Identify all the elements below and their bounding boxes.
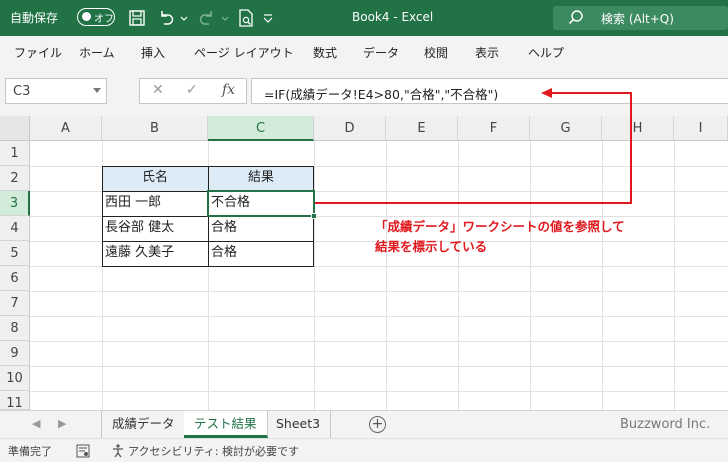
add-sheet-icon[interactable]: + [369, 416, 386, 433]
sheet-tab-bar: ◀ ▶ 成績データ テスト結果 Sheet3 + Buzzword Inc. [0, 410, 728, 438]
next-sheet-icon[interactable]: ▶ [58, 417, 66, 430]
watermark: Buzzword Inc. [620, 417, 711, 432]
macro-record-icon[interactable] [75, 443, 91, 459]
status-bar: 準備完了 アクセシビリティ: 検討が必要です [0, 438, 728, 462]
annotation-text: 「成績データ」ワークシートの値を参照して 結果を標示している [375, 217, 625, 257]
sheet-tab-test-results[interactable]: テスト結果 [184, 411, 268, 438]
annotation-line-2: 結果を標示している [375, 239, 488, 254]
status-accessibility[interactable]: アクセシビリティ: 検討が必要です [128, 443, 299, 459]
prev-sheet-icon[interactable]: ◀ [32, 417, 40, 430]
status-ready: 準備完了 [8, 445, 52, 458]
sheet-tab-sheet3[interactable]: Sheet3 [266, 411, 332, 438]
annotation-line-1: 「成績データ」ワークシートの値を参照して [375, 219, 625, 234]
accessibility-icon[interactable] [110, 443, 126, 459]
sheet-tab-grades[interactable]: 成績データ [101, 411, 186, 438]
